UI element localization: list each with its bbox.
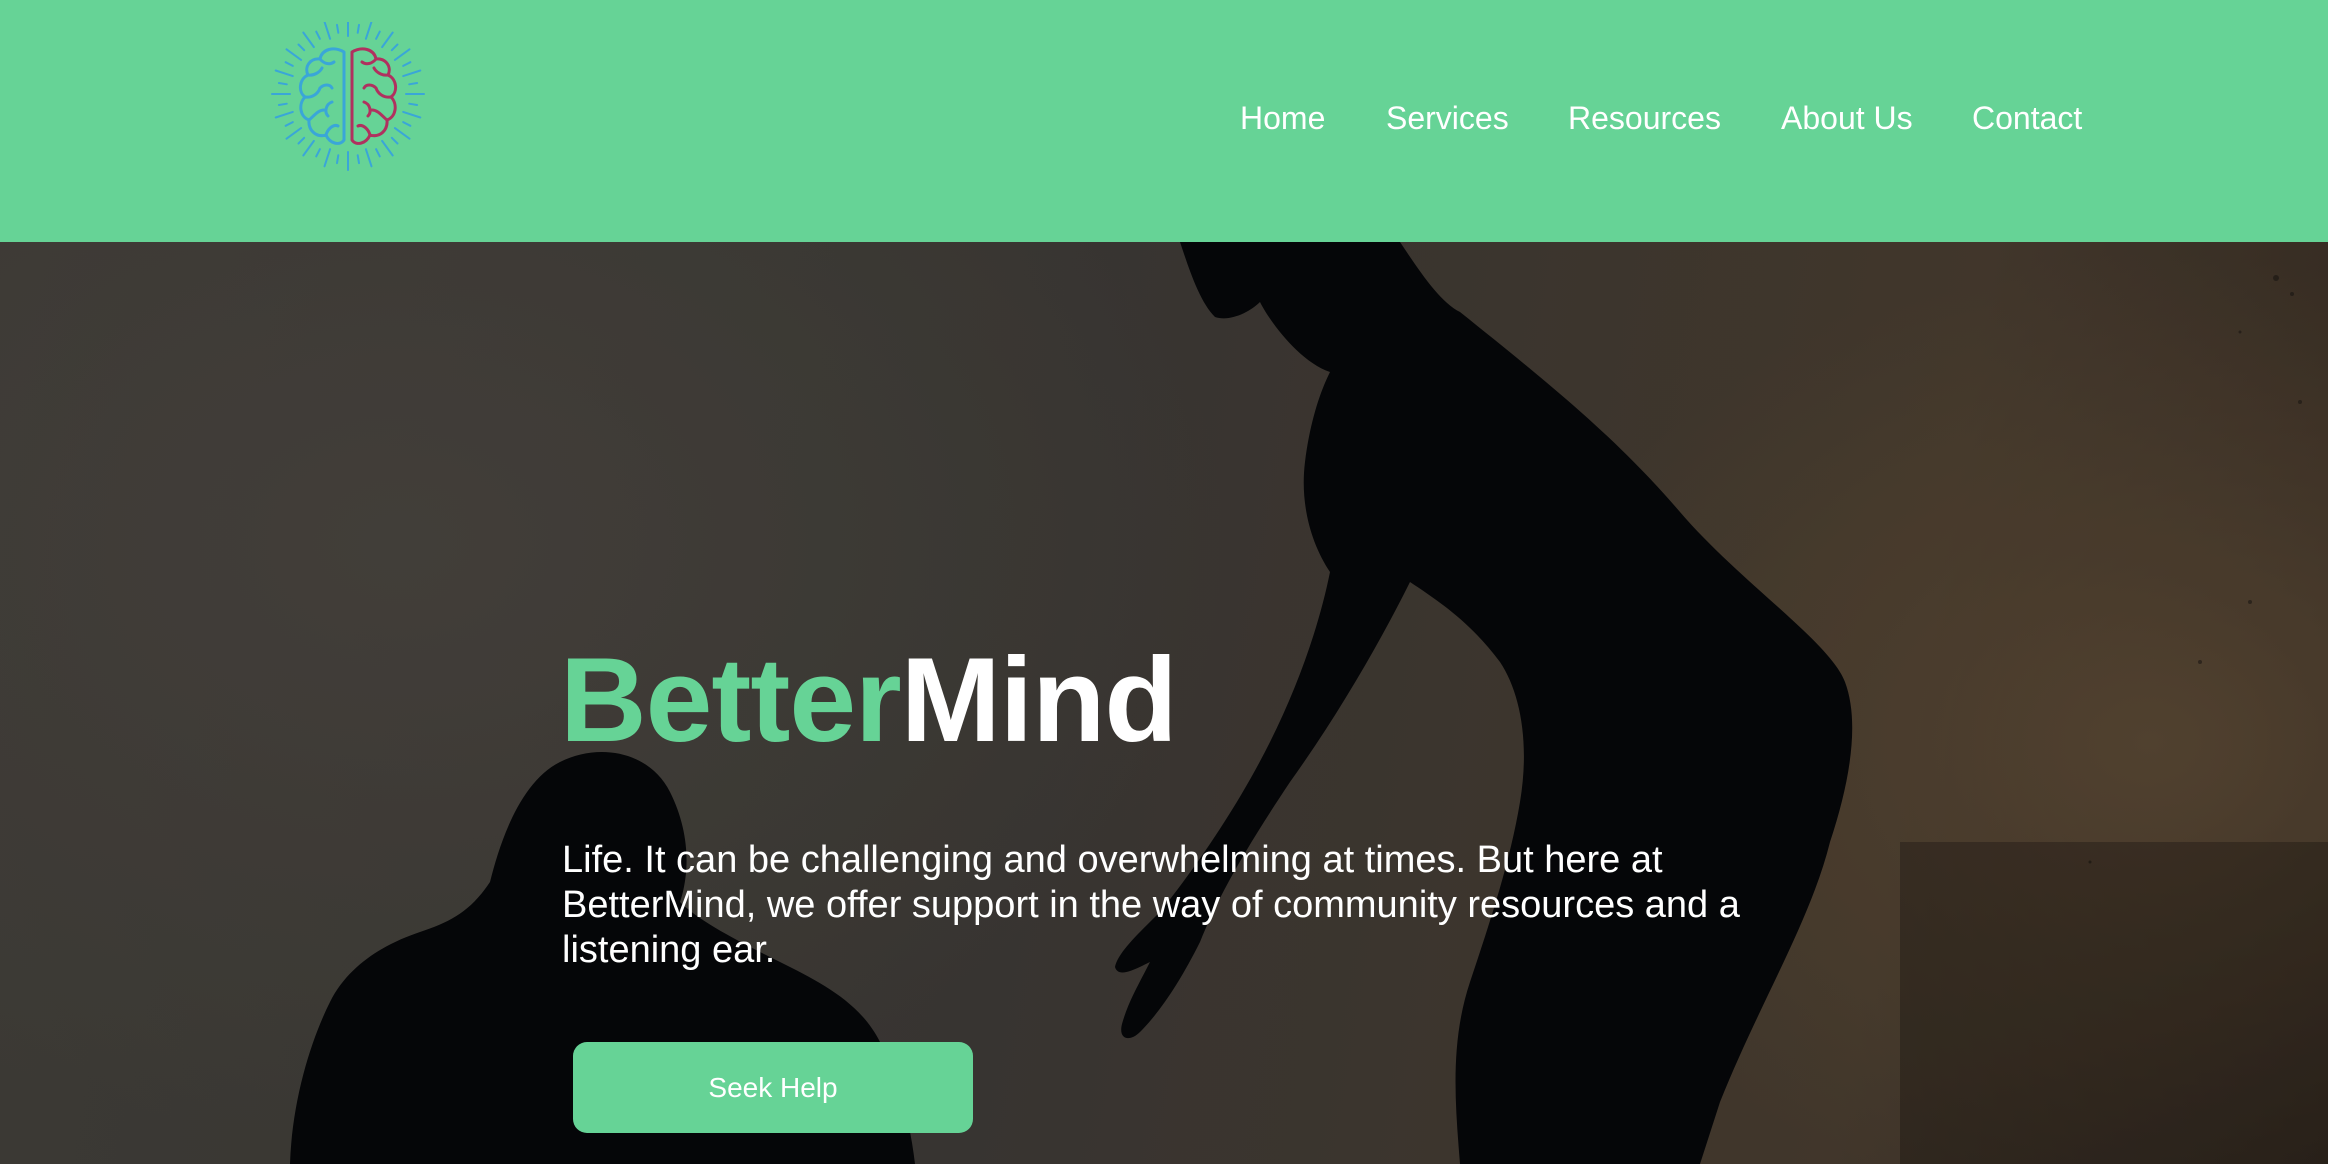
brand-title: BetterMind bbox=[560, 630, 1178, 770]
logo-ray bbox=[315, 148, 321, 158]
logo-ray bbox=[375, 148, 381, 158]
logo-ray bbox=[302, 31, 315, 49]
logo-ray bbox=[390, 43, 399, 52]
logo-ray bbox=[323, 20, 332, 40]
hero-section: BetterMind Life. It can be challenging a… bbox=[0, 242, 2328, 1164]
logo-ray bbox=[402, 69, 422, 78]
logo-ray bbox=[336, 23, 340, 34]
brand-title-better: Better bbox=[560, 633, 902, 767]
nav-resources[interactable]: Resources bbox=[1568, 96, 1721, 140]
seek-help-button[interactable]: Seek Help bbox=[573, 1042, 973, 1133]
site-header: Home Services Resources About Us Contact bbox=[0, 0, 2328, 242]
logo-ray bbox=[408, 82, 419, 86]
hero-description: Life. It can be challenging and overwhel… bbox=[562, 839, 1740, 971]
logo-ray bbox=[277, 82, 288, 86]
logo-ray bbox=[393, 48, 411, 61]
logo-ray bbox=[364, 148, 373, 168]
logo-ray bbox=[402, 61, 412, 67]
logo-ray bbox=[284, 61, 294, 67]
nav-about-us[interactable]: About Us bbox=[1781, 96, 1913, 140]
logo-ray bbox=[381, 31, 394, 49]
brand-title-mind: Mind bbox=[900, 633, 1178, 767]
logo-ray bbox=[356, 154, 360, 165]
logo-ray bbox=[364, 20, 373, 40]
main-nav: Home Services Resources About Us Contact bbox=[0, 96, 2328, 146]
logo-ray bbox=[285, 48, 303, 61]
logo-ray bbox=[323, 148, 332, 168]
nav-contact[interactable]: Contact bbox=[1972, 96, 2082, 140]
logo-ray bbox=[274, 69, 294, 78]
nav-services[interactable]: Services bbox=[1386, 96, 1509, 140]
logo-ray bbox=[375, 30, 381, 40]
nav-home[interactable]: Home bbox=[1240, 96, 1325, 140]
logo-ray bbox=[315, 30, 321, 40]
logo-ray bbox=[297, 43, 306, 52]
logo-ray bbox=[356, 23, 360, 34]
logo-ray bbox=[336, 154, 340, 165]
